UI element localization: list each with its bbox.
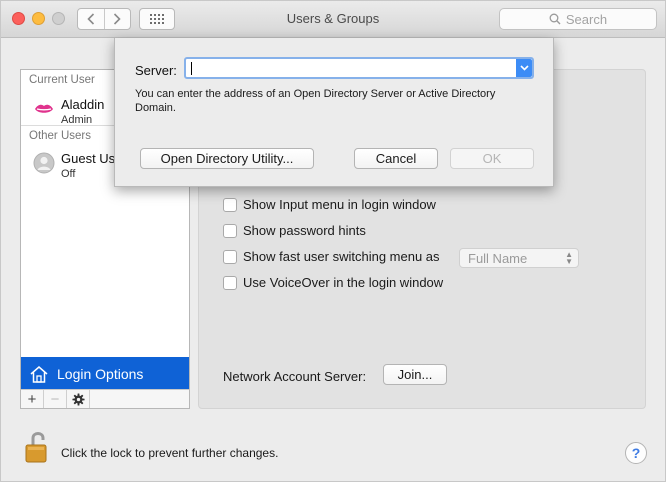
user-role: Off <box>61 168 76 180</box>
titlebar: Users & Groups Search <box>1 1 665 38</box>
gear-icon <box>71 392 85 406</box>
action-menu-button[interactable] <box>67 390 90 408</box>
user-name: Aladdin <box>61 97 105 112</box>
ok-button[interactable]: OK <box>450 148 534 169</box>
login-options-label: Login Options <box>57 365 144 382</box>
fast-user-switching-option[interactable]: Show fast user switching menu as <box>223 249 440 264</box>
cancel-button[interactable]: Cancel <box>354 148 438 169</box>
checkbox[interactable] <box>223 197 237 212</box>
other-users-header: Other Users <box>29 130 91 142</box>
join-button[interactable]: Join... <box>383 364 447 385</box>
server-dropdown-button[interactable] <box>516 59 532 77</box>
popup-value: Full Name <box>468 250 528 266</box>
lock-open-icon[interactable] <box>25 430 49 464</box>
text-caret <box>191 62 192 75</box>
server-combo-box[interactable] <box>184 57 534 79</box>
open-directory-utility-button[interactable]: Open Directory Utility... <box>140 148 314 169</box>
user-name: Guest Us <box>61 151 116 166</box>
show-password-hints-option[interactable]: Show password hints <box>223 223 366 238</box>
updown-arrows-icon: ▲ ▼ <box>565 250 573 266</box>
checkbox[interactable] <box>223 275 237 290</box>
network-account-server-label: Network Account Server: <box>223 369 367 384</box>
server-hint-text: You can enter the address of an Open Dir… <box>135 88 496 114</box>
users-list-toolbar: + − <box>20 389 190 409</box>
network-server-sheet: Server: You can enter the address of an … <box>114 38 554 187</box>
login-options-item[interactable]: Login Options <box>21 357 189 390</box>
search-placeholder: Search <box>565 11 608 27</box>
checkbox[interactable] <box>223 223 237 238</box>
lock-message: Click the lock to prevent further change… <box>61 446 279 460</box>
current-user-header: Current User <box>29 74 95 86</box>
search-icon <box>549 13 561 25</box>
chevron-down-icon <box>519 65 529 71</box>
fast-switch-style-popup[interactable]: Full Name ▲ ▼ <box>459 248 579 268</box>
server-label: Server: <box>135 63 177 78</box>
checkbox[interactable] <box>223 249 237 264</box>
search-field[interactable]: Search <box>499 8 657 30</box>
help-button[interactable]: ? <box>625 442 647 464</box>
checkbox-label: Show password hints <box>243 223 366 238</box>
checkbox-label: Use VoiceOver in the login window <box>243 275 444 290</box>
guest-avatar-icon <box>33 152 55 174</box>
lips-avatar-icon <box>35 104 53 113</box>
users-groups-window: Users & Groups Search Current User Aladd… <box>0 0 666 482</box>
add-user-button[interactable]: + <box>21 390 44 408</box>
house-icon <box>30 365 48 383</box>
checkbox-label: Show Input menu in login window <box>243 197 436 212</box>
voiceover-option[interactable]: Use VoiceOver in the login window <box>223 275 443 290</box>
show-input-menu-option[interactable]: Show Input menu in login window <box>223 197 436 212</box>
checkbox-label: Show fast user switching menu as <box>243 249 440 264</box>
remove-user-button[interactable]: − <box>44 390 67 408</box>
